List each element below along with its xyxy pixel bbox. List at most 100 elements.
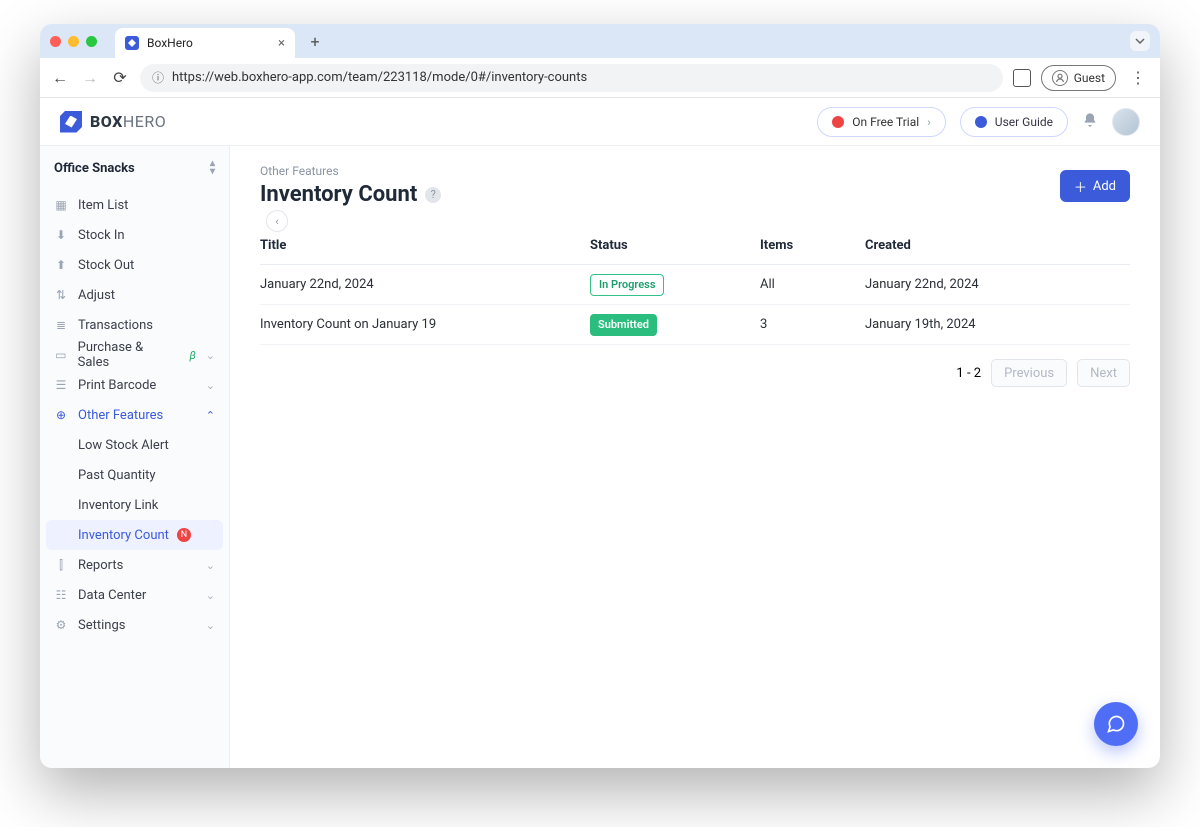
user-avatar[interactable] (1112, 108, 1140, 136)
gear-icon: ⚙ (54, 618, 68, 632)
sidebar-item-purchase-sales[interactable]: ▭ Purchase & Sales β ⌄ (40, 340, 229, 370)
sidebar-item-label: Adjust (78, 288, 115, 303)
team-selector[interactable]: Office Snacks ▴▾ (40, 146, 229, 190)
chevron-right-icon: › (927, 115, 931, 129)
app-logo[interactable]: BOXHERO (60, 111, 166, 133)
table-row[interactable]: Inventory Count on January 19 Submitted … (260, 305, 1130, 345)
site-info-icon[interactable]: ⓘ (152, 69, 164, 86)
user-guide-button[interactable]: User Guide (960, 107, 1068, 137)
sidebar-item-stock-in[interactable]: ⬇ Stock In (40, 220, 229, 250)
col-items: Items (760, 238, 865, 253)
sidebar-subitem-label: Past Quantity (78, 468, 156, 483)
sidebar-item-transactions[interactable]: ≣ Transactions (40, 310, 229, 340)
sidebar-item-item-list[interactable]: ▦ Item List (40, 190, 229, 220)
chevron-down-icon: ⌄ (206, 619, 215, 632)
logo-icon (60, 111, 82, 133)
team-name: Office Snacks (54, 161, 135, 176)
tab-title: BoxHero (147, 36, 193, 50)
pagination: 1 - 2 Previous Next (260, 359, 1130, 387)
sidebar-item-adjust[interactable]: ⇅ Adjust (40, 280, 229, 310)
chart-icon: ⫿ (54, 558, 68, 573)
sidebar: Office Snacks ▴▾ ▦ Item List ⬇ Stock In … (40, 146, 230, 768)
sidebar-item-label: Other Features (78, 408, 163, 423)
tab-overflow-button[interactable] (1130, 31, 1150, 51)
sidebar-item-label: Settings (78, 618, 125, 633)
list-icon: ≣ (54, 318, 68, 332)
sidebar-item-reports[interactable]: ⫿ Reports ⌄ (40, 550, 229, 580)
profile-button[interactable]: Guest (1041, 65, 1116, 91)
sidebar-item-label: Stock In (78, 228, 125, 243)
close-window-icon[interactable] (50, 36, 61, 47)
reload-button[interactable]: ⟳ (110, 68, 130, 87)
sidebar-item-label: Reports (78, 558, 123, 573)
cell-created: January 19th, 2024 (865, 317, 1130, 332)
chevron-down-icon: ⌄ (206, 379, 215, 392)
sidebar-item-label: Data Center (78, 588, 146, 603)
logo-text-box: BOX (90, 112, 123, 131)
browser-toolbar: ← → ⟳ ⓘ https://web.boxhero-app.com/team… (40, 58, 1160, 98)
extensions-icon[interactable] (1013, 69, 1031, 87)
page-range: 1 - 2 (956, 366, 981, 381)
sidebar-item-label: Print Barcode (78, 378, 156, 393)
download-icon: ⬇ (54, 228, 68, 242)
trial-button[interactable]: On Free Trial › (817, 107, 946, 137)
main-content: Other Features Inventory Count ? ＋ Add T… (230, 146, 1160, 768)
cell-items: 3 (760, 317, 865, 332)
sidebar-subitem-inventory-count[interactable]: Inventory Count N (46, 520, 223, 550)
trial-label: On Free Trial (852, 115, 919, 129)
col-status: Status (590, 238, 760, 253)
sidebar-item-label: Purchase & Sales (78, 340, 176, 370)
chevron-down-icon: ⌄ (206, 589, 215, 602)
sidebar-subitem-low-stock[interactable]: Low Stock Alert (40, 430, 229, 460)
new-tab-button[interactable]: + (303, 32, 327, 51)
browser-tab-strip: BoxHero × + (40, 24, 1160, 58)
table-header: Title Status Items Created (260, 227, 1130, 265)
window-controls (50, 36, 107, 47)
table-row[interactable]: January 22nd, 2024 In Progress All Janua… (260, 265, 1130, 305)
chevron-down-icon: ⌄ (206, 349, 215, 362)
cell-title: Inventory Count on January 19 (260, 317, 590, 332)
sidebar-subitem-label: Inventory Count (78, 528, 169, 543)
receipt-icon: ▭ (54, 348, 68, 362)
sidebar-subitem-past-quantity[interactable]: Past Quantity (40, 460, 229, 490)
profile-label: Guest (1074, 71, 1105, 85)
sidebar-item-print-barcode[interactable]: ☰ Print Barcode ⌄ (40, 370, 229, 400)
alert-dot-icon (832, 116, 844, 128)
plus-circle-icon: ⊕ (54, 408, 68, 422)
sidebar-subitem-inventory-link[interactable]: Inventory Link (40, 490, 229, 520)
favicon-icon (125, 36, 139, 50)
sidebar-item-settings[interactable]: ⚙ Settings ⌄ (40, 610, 229, 640)
new-badge: N (177, 528, 191, 542)
address-bar[interactable]: ⓘ https://web.boxhero-app.com/team/22311… (140, 64, 1003, 92)
grid-icon: ▦ (54, 198, 68, 212)
help-icon[interactable]: ? (425, 187, 441, 203)
close-tab-icon[interactable]: × (278, 36, 285, 51)
browser-tab[interactable]: BoxHero × (115, 28, 295, 58)
maximize-window-icon[interactable] (86, 36, 97, 47)
next-button[interactable]: Next (1077, 359, 1130, 387)
barcode-icon: ☰ (54, 378, 68, 392)
sidebar-item-stock-out[interactable]: ⬆ Stock Out (40, 250, 229, 280)
browser-menu-button[interactable]: ⋮ (1126, 68, 1150, 87)
database-icon: ☷ (54, 588, 68, 602)
back-button[interactable]: ← (50, 68, 70, 88)
add-button[interactable]: ＋ Add (1060, 170, 1130, 202)
sidebar-item-data-center[interactable]: ☷ Data Center ⌄ (40, 580, 229, 610)
cell-created: January 22nd, 2024 (865, 277, 1130, 292)
app-header: BOXHERO On Free Trial › User Guide (40, 98, 1160, 146)
info-dot-icon (975, 116, 987, 128)
previous-button[interactable]: Previous (991, 359, 1067, 387)
guide-label: User Guide (995, 115, 1053, 129)
sidebar-item-label: Stock Out (78, 258, 134, 273)
help-chat-button[interactable] (1094, 702, 1138, 746)
chevron-down-icon: ⌄ (206, 559, 215, 572)
forward-button[interactable]: → (80, 68, 100, 88)
sidebar-item-other-features[interactable]: ⊕ Other Features ⌃ (40, 400, 229, 430)
page-title: Inventory Count (260, 182, 417, 207)
breadcrumb[interactable]: Other Features (260, 164, 1130, 178)
notifications-icon[interactable] (1082, 112, 1098, 132)
upload-icon: ⬆ (54, 258, 68, 272)
plus-icon: ＋ (1074, 177, 1087, 196)
col-created: Created (865, 238, 1130, 253)
minimize-window-icon[interactable] (68, 36, 79, 47)
